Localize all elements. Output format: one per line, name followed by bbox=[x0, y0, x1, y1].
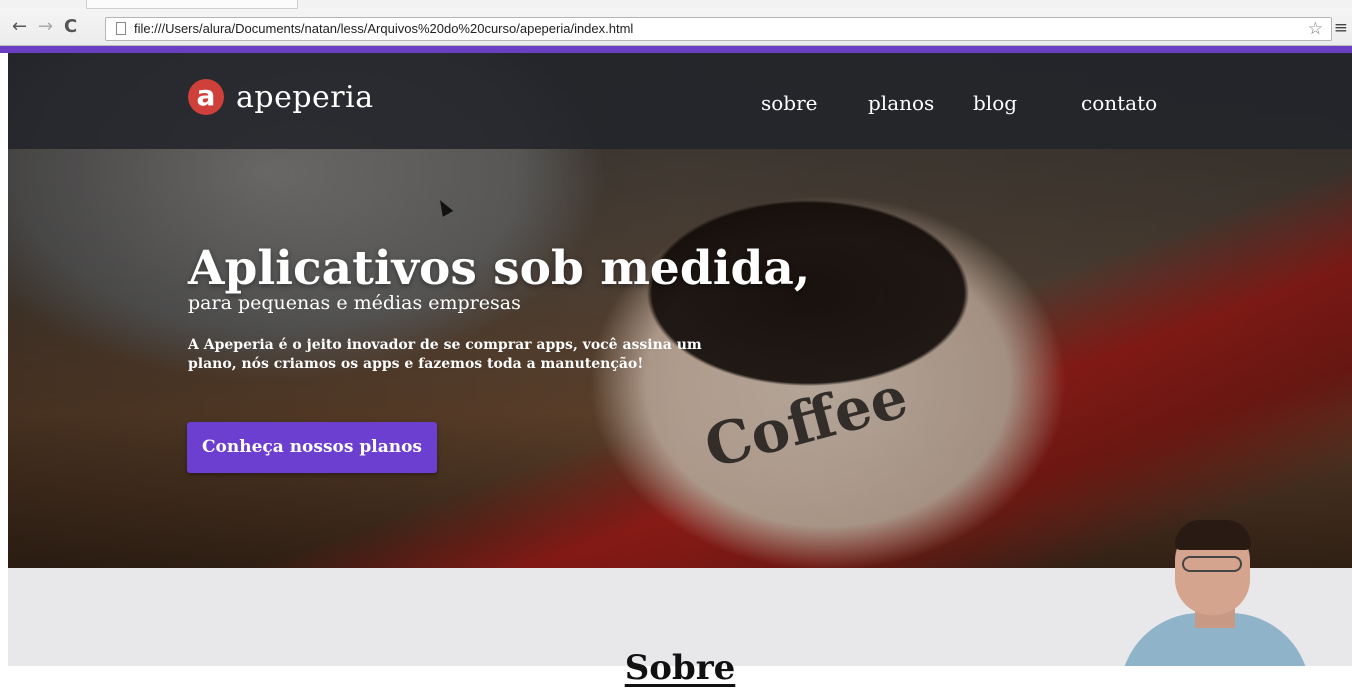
hero-intro: A Apeperia é o jeito inovador de se comp… bbox=[188, 337, 702, 372]
logo-text: apeperia bbox=[236, 79, 374, 115]
hero-headline: Aplicativos sob medida, bbox=[188, 241, 811, 296]
browser-tab[interactable] bbox=[86, 0, 298, 9]
address-bar-url[interactable]: file:///Users/alura/Documents/natan/less… bbox=[134, 21, 633, 36]
nav-link-planos[interactable]: planos bbox=[868, 91, 934, 115]
forward-arrow-icon[interactable]: → bbox=[38, 16, 53, 38]
reload-icon[interactable]: C bbox=[64, 16, 77, 38]
tab-strip bbox=[0, 0, 1352, 9]
browser-chrome: ← → C file:///Users/alura/Documents/nata… bbox=[0, 0, 1352, 46]
address-bar[interactable]: file:///Users/alura/Documents/natan/less… bbox=[105, 17, 1332, 41]
page-icon bbox=[116, 22, 126, 35]
bookmark-star-icon[interactable]: ☆ bbox=[1308, 19, 1323, 39]
accent-bar bbox=[0, 46, 1352, 53]
cta-button[interactable]: Conheça nossos planos bbox=[187, 422, 437, 473]
site-header: a apeperia sobre planos blog contato bbox=[8, 53, 1352, 149]
hero-content: Aplicativos sob medida, para pequenas e … bbox=[188, 240, 810, 388]
back-arrow-icon[interactable]: ← bbox=[12, 16, 27, 38]
nav-link-sobre[interactable]: sobre bbox=[761, 91, 818, 115]
nav-link-contato[interactable]: contato bbox=[1081, 91, 1157, 115]
webcam-hair bbox=[1175, 520, 1251, 550]
webcam-glasses bbox=[1182, 556, 1242, 572]
logo-mark: a bbox=[188, 79, 224, 115]
webcam-overlay bbox=[1120, 518, 1310, 666]
nav-link-blog[interactable]: blog bbox=[973, 91, 1017, 115]
browser-menu-icon[interactable]: ≡ bbox=[1334, 18, 1348, 38]
site-logo[interactable]: a apeperia bbox=[188, 79, 374, 115]
